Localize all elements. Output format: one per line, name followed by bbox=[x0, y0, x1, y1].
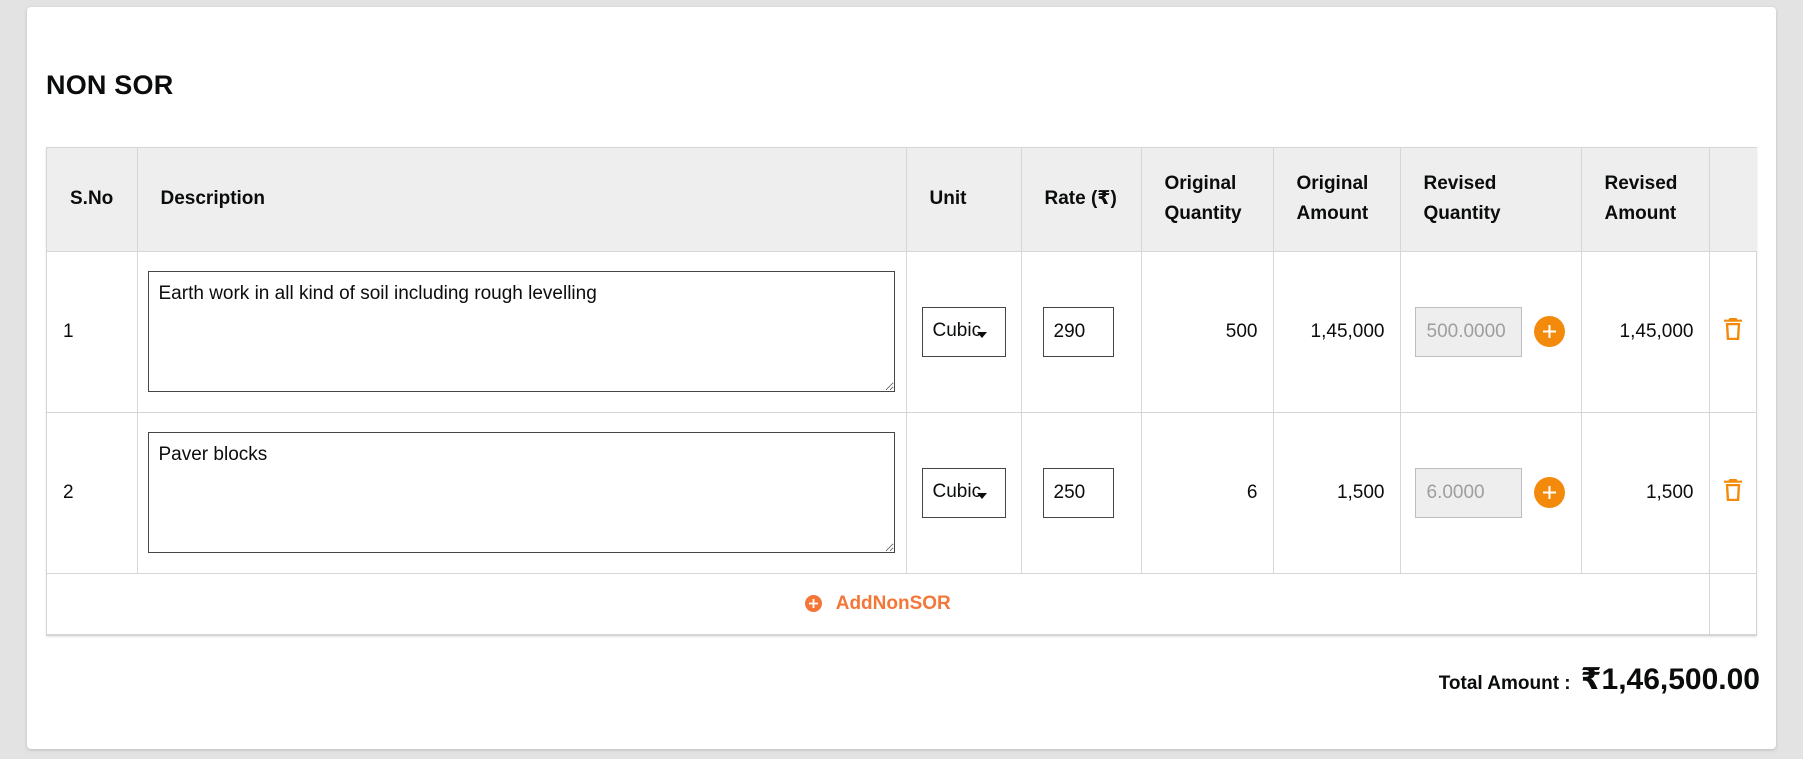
row-revised-quantity-cell bbox=[1399, 250, 1582, 413]
header-original-quantity-line1: Original bbox=[1164, 173, 1237, 195]
row-original-amount: 1,45,000 bbox=[1272, 250, 1401, 413]
page-title: NON SOR bbox=[46, 70, 174, 100]
trash-icon[interactable] bbox=[1723, 317, 1743, 347]
row-revised-amount: 1,45,000 bbox=[1580, 250, 1710, 413]
row-sno: 2 bbox=[47, 411, 138, 574]
header-revised-amount: Revised Amount bbox=[1580, 148, 1710, 252]
row-original-quantity: 500 bbox=[1140, 250, 1274, 413]
unit-selected-value: Cubic bbox=[932, 319, 981, 341]
table-header-row: S.No Description Unit Rate (₹) Original … bbox=[47, 148, 1757, 252]
header-unit: Unit bbox=[905, 148, 1022, 252]
chevron-down-icon bbox=[976, 331, 987, 338]
header-original-quantity: Original Quantity bbox=[1140, 148, 1274, 252]
row-revised-quantity-cell bbox=[1399, 411, 1582, 574]
description-textarea[interactable]: Earth work in all kind of soil including… bbox=[147, 271, 895, 392]
revised-quantity-input bbox=[1414, 306, 1522, 357]
plus-circle-icon bbox=[804, 595, 822, 612]
add-row: AddNonSOR bbox=[47, 572, 1757, 635]
row-description-cell: Paver blocks bbox=[136, 411, 907, 574]
row-sno: 1 bbox=[47, 250, 138, 413]
trash-icon[interactable] bbox=[1723, 478, 1743, 508]
unit-selected-value: Cubic bbox=[932, 480, 981, 502]
chevron-down-icon bbox=[976, 492, 987, 499]
header-revised-amount-line2: Amount bbox=[1604, 203, 1677, 225]
header-rate: Rate (₹) bbox=[1020, 148, 1142, 252]
table-row: 2 Paver blocks Cubic 6 1,500 bbox=[47, 411, 1757, 574]
plus-icon bbox=[1542, 325, 1556, 338]
rate-input[interactable] bbox=[1042, 306, 1114, 357]
add-quantity-button[interactable] bbox=[1533, 316, 1565, 347]
non-sor-table: S.No Description Unit Rate (₹) Original … bbox=[46, 147, 1757, 636]
header-original-amount: Original Amount bbox=[1272, 148, 1401, 252]
header-original-amount-line2: Amount bbox=[1296, 203, 1369, 225]
revised-quantity-input bbox=[1414, 467, 1522, 518]
header-original-amount-line1: Original bbox=[1296, 173, 1369, 195]
row-unit-cell: Cubic bbox=[905, 411, 1022, 574]
row-revised-amount: 1,500 bbox=[1580, 411, 1710, 574]
row-original-quantity: 6 bbox=[1140, 411, 1274, 574]
header-revised-quantity-line2: Quantity bbox=[1423, 203, 1501, 225]
add-row-empty-cell bbox=[1708, 572, 1757, 635]
row-rate-cell bbox=[1020, 411, 1142, 574]
total-amount-value: ₹1,46,500.00 bbox=[1580, 663, 1760, 696]
row-original-amount: 1,500 bbox=[1272, 411, 1401, 574]
header-revised-quantity: Revised Quantity bbox=[1399, 148, 1582, 252]
header-revised-amount-line1: Revised bbox=[1604, 173, 1678, 195]
total-amount-label: Total Amount : bbox=[1438, 673, 1571, 694]
header-original-quantity-line2: Quantity bbox=[1164, 203, 1242, 225]
unit-dropdown[interactable]: Cubic bbox=[921, 306, 1006, 357]
row-rate-cell bbox=[1020, 250, 1142, 413]
unit-dropdown[interactable]: Cubic bbox=[921, 467, 1006, 518]
header-actions bbox=[1708, 148, 1757, 252]
total-amount: Total Amount : ₹1,46,500.00 bbox=[1439, 662, 1760, 697]
plus-icon bbox=[1542, 486, 1556, 499]
table-row: 1 Earth work in all kind of soil includi… bbox=[47, 250, 1757, 413]
header-description: Description bbox=[136, 148, 907, 252]
row-unit-cell: Cubic bbox=[905, 250, 1022, 413]
row-description-cell: Earth work in all kind of soil including… bbox=[136, 250, 907, 413]
row-actions-cell bbox=[1708, 250, 1757, 413]
add-non-sor-button[interactable]: AddNonSOR bbox=[62, 593, 1694, 615]
description-textarea[interactable]: Paver blocks bbox=[147, 432, 895, 553]
row-actions-cell bbox=[1708, 411, 1757, 574]
add-row-cell: AddNonSOR bbox=[47, 572, 1710, 635]
add-quantity-button[interactable] bbox=[1533, 477, 1565, 508]
header-revised-quantity-line1: Revised bbox=[1423, 173, 1497, 195]
rate-input[interactable] bbox=[1042, 467, 1114, 518]
add-non-sor-label: AddNonSOR bbox=[835, 592, 951, 614]
header-sno: S.No bbox=[47, 148, 138, 252]
